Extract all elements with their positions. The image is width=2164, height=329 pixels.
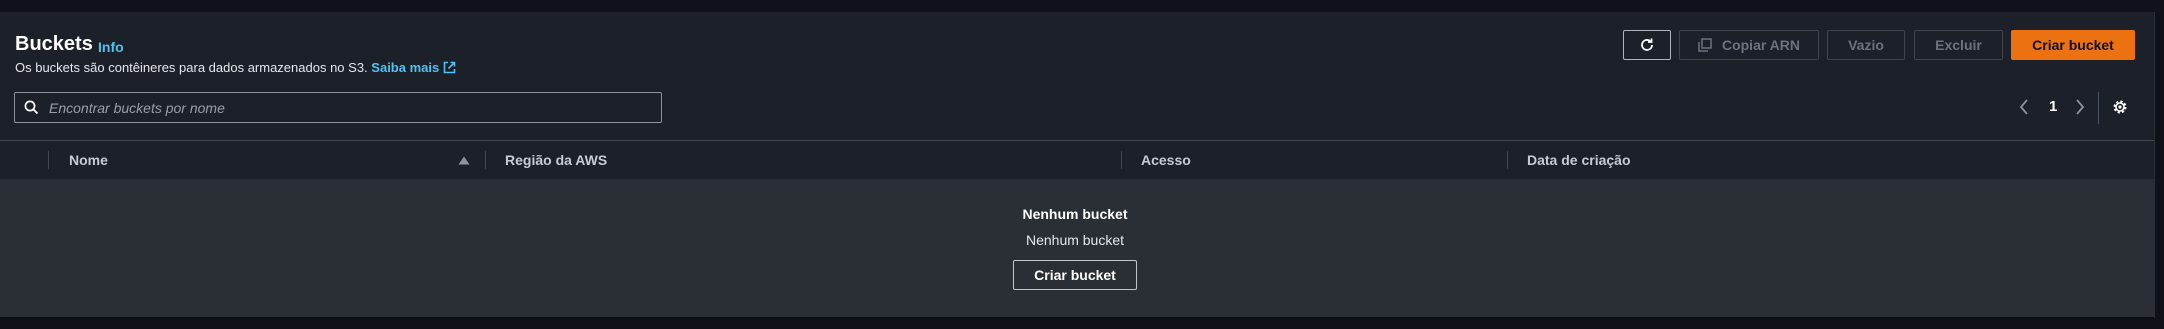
gear-icon[interactable] — [2111, 98, 2129, 116]
column-divider — [48, 151, 49, 169]
empty-state-subtitle: Nenhum bucket — [1025, 232, 1125, 248]
empty-bucket-button[interactable]: Vazio — [1827, 30, 1905, 60]
copy-arn-button[interactable]: Copiar ARN — [1679, 30, 1819, 60]
empty-state-create-bucket-button[interactable]: Criar bucket — [1013, 260, 1137, 290]
column-header-access[interactable]: Acesso — [1141, 152, 1191, 168]
search-icon — [24, 100, 39, 115]
info-link[interactable]: Info — [98, 39, 124, 55]
column-divider — [485, 151, 486, 169]
refresh-button[interactable] — [1623, 30, 1671, 60]
search-box — [14, 92, 662, 123]
buckets-panel: Buckets Info Os buckets são contêineres … — [0, 12, 2155, 319]
next-page-icon[interactable] — [2074, 98, 2086, 116]
search-input[interactable] — [47, 97, 651, 119]
create-bucket-button[interactable]: Criar bucket — [2011, 30, 2135, 60]
learn-more-link[interactable]: Saiba mais — [371, 60, 456, 75]
empty-state-title: Nenhum bucket — [1022, 206, 1128, 222]
column-divider — [1121, 151, 1122, 169]
sort-ascending-icon[interactable] — [458, 156, 470, 165]
refresh-icon — [1641, 38, 1653, 51]
current-page-number[interactable]: 1 — [2049, 98, 2057, 115]
description-text: Os buckets são contêineres para dados ar… — [15, 60, 368, 75]
delete-button[interactable]: Excluir — [1914, 30, 2003, 60]
table-header: Nome Região da AWS Acesso Data de criaçã… — [0, 140, 2154, 180]
column-header-name[interactable]: Nome — [69, 152, 108, 168]
column-header-region[interactable]: Região da AWS — [505, 152, 607, 168]
table-body: Nenhum bucket Nenhum bucket Criar bucket — [0, 179, 2154, 317]
page-title: Buckets — [15, 33, 93, 55]
column-header-creation-date[interactable]: Data de criação — [1527, 152, 1631, 168]
pager-divider — [2098, 92, 2099, 124]
learn-more-label: Saiba mais — [371, 60, 440, 75]
copy-arn-label: Copiar ARN — [1721, 37, 1801, 53]
copy-icon — [1698, 38, 1712, 52]
previous-page-icon[interactable] — [2018, 98, 2030, 116]
column-divider — [1507, 151, 1508, 169]
page-description: Os buckets são contêineres para dados ar… — [15, 60, 456, 75]
external-link-icon — [443, 61, 456, 74]
